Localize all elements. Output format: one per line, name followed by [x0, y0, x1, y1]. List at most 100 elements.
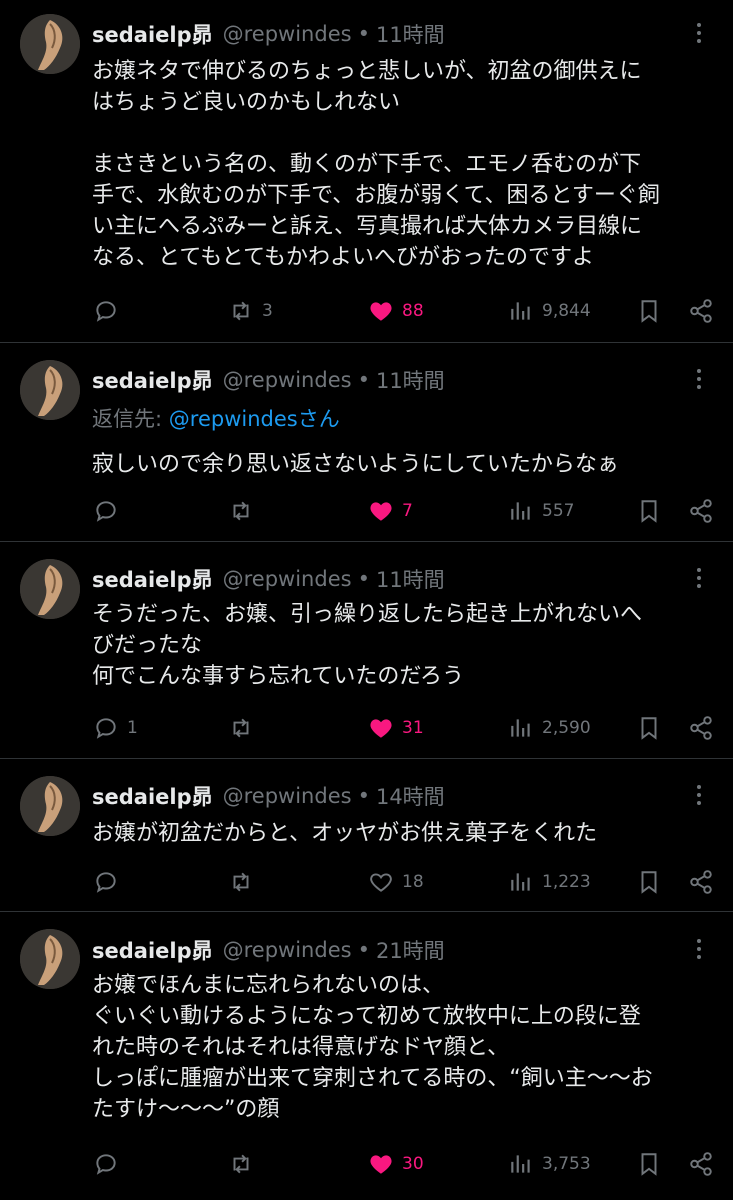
tweet[interactable]: sedaielp昴 @repwindes • 14時間 お嬢が初盆だからと、オッ… [0, 759, 733, 912]
more-options-icon[interactable] [687, 783, 711, 807]
text-line: お嬢ネタで伸びるのちょっと悲しいが、初盆の御供えに [92, 59, 642, 84]
share-button[interactable] [688, 496, 714, 526]
like-button[interactable]: 31 [368, 713, 424, 743]
bookmark-button[interactable] [636, 713, 662, 743]
views-button[interactable]: 557 [508, 496, 574, 526]
bookmark-icon [641, 717, 657, 740]
views-button[interactable]: 9,844 [508, 296, 591, 326]
views-button[interactable]: 1,223 [508, 867, 591, 897]
bookmark-icon [641, 300, 657, 323]
reply-button[interactable] [93, 867, 127, 897]
display-name[interactable]: sedaielp昴 [92, 365, 213, 395]
display-name[interactable]: sedaielp昴 [92, 564, 213, 594]
separator-dot: • [357, 567, 370, 591]
share-icon [690, 716, 712, 740]
tweet-header: sedaielp昴 @repwindes • 11時間 [92, 17, 713, 51]
views-icon [511, 873, 530, 891]
timestamp[interactable]: 14時間 [376, 781, 445, 811]
handle[interactable]: @repwindes [223, 938, 352, 962]
avatar[interactable] [20, 776, 80, 836]
heart-icon [370, 1155, 392, 1174]
avatar[interactable] [20, 360, 80, 420]
reply-button[interactable]: 1 [93, 713, 138, 743]
text-line: たすけ〜〜〜”の顔 [92, 1097, 280, 1122]
share-button[interactable] [688, 867, 714, 897]
tweet-text: お嬢ネタで伸びるのちょっと悲しいが、初盆の御供えに はちょうど良いのかもしれない… [92, 56, 712, 273]
tweet[interactable]: sedaielp昴 @repwindes • 11時間 お嬢ネタで伸びるのちょっ… [0, 0, 733, 343]
reply-button[interactable] [93, 296, 127, 326]
display-name[interactable]: sedaielp昴 [92, 19, 213, 49]
views-icon [511, 502, 530, 520]
retweet-button[interactable] [228, 713, 262, 743]
separator-dot: • [357, 938, 370, 962]
view-count: 2,590 [542, 718, 591, 738]
text-line [92, 118, 712, 149]
views-button[interactable]: 2,590 [508, 713, 591, 743]
tweet-header: sedaielp昴 @repwindes • 11時間 [92, 562, 713, 596]
retweet-button[interactable]: 3 [228, 296, 273, 326]
text-line: お嬢が初盆だからと、オッヤがお供え菓子をくれた [92, 821, 598, 846]
handle[interactable]: @repwindes [223, 22, 352, 46]
views-icon [511, 302, 530, 320]
more-options-icon[interactable] [687, 937, 711, 961]
handle[interactable]: @repwindes [223, 567, 352, 591]
retweet-icon [233, 872, 249, 892]
tweet-header: sedaielp昴 @repwindes • 14時間 [92, 779, 713, 813]
text-line: なる、とてもとてもかわよいへびがおったのですよ [92, 245, 595, 270]
reply-button[interactable] [93, 1149, 127, 1179]
share-button[interactable] [688, 1149, 714, 1179]
reply-mention-link[interactable]: @repwindesさん [169, 407, 340, 431]
share-button[interactable] [688, 296, 714, 326]
bookmark-icon [641, 1153, 657, 1176]
timestamp[interactable]: 11時間 [376, 365, 445, 395]
like-button[interactable]: 7 [368, 496, 413, 526]
more-options-icon[interactable] [687, 566, 711, 590]
bookmark-button[interactable] [636, 496, 662, 526]
bookmark-button[interactable] [636, 1149, 662, 1179]
reply-prefix: 返信先: [92, 407, 169, 431]
retweet-button[interactable] [228, 867, 262, 897]
handle[interactable]: @repwindes [223, 784, 352, 808]
tweet[interactable]: sedaielp昴 @repwindes • 11時間 そうだった、お嬢、引っ繰… [0, 542, 733, 759]
timestamp[interactable]: 11時間 [376, 19, 445, 49]
tweet[interactable]: sedaielp昴 @repwindes • 21時間 お嬢でほんまに忘れられな… [0, 912, 733, 1200]
separator-dot: • [357, 784, 370, 808]
action-bar: 7 557 [0, 496, 733, 526]
tweet[interactable]: sedaielp昴 @repwindes • 11時間 返信先: @repwin… [0, 343, 733, 542]
text-line: い主にへるぷみーと訴え、写真撮れば大体カメラ目線に [92, 214, 643, 239]
more-options-icon[interactable] [687, 367, 711, 391]
separator-dot: • [357, 368, 370, 392]
retweet-icon [233, 1154, 249, 1174]
text-line: しっぽに腫瘤が出来て穿刺されてる時の、“飼い主〜〜お [92, 1066, 653, 1091]
avatar[interactable] [20, 14, 80, 74]
retweet-icon [233, 501, 249, 521]
views-icon [511, 1155, 530, 1173]
views-button[interactable]: 3,753 [508, 1149, 591, 1179]
bookmark-button[interactable] [636, 296, 662, 326]
like-button[interactable]: 30 [368, 1149, 424, 1179]
like-button[interactable]: 88 [368, 296, 424, 326]
bookmark-button[interactable] [636, 867, 662, 897]
like-count: 31 [402, 718, 424, 738]
avatar[interactable] [20, 929, 80, 989]
heart-icon [370, 719, 392, 738]
action-bar: 30 3,753 [0, 1149, 733, 1179]
timestamp[interactable]: 21時間 [376, 935, 445, 965]
display-name[interactable]: sedaielp昴 [92, 935, 213, 965]
text-line: まさきという名の、動くのが下手で、エモノ呑むのが下 [92, 152, 642, 177]
text-line: びだったな [92, 633, 203, 658]
handle[interactable]: @repwindes [223, 368, 352, 392]
timestamp[interactable]: 11時間 [376, 564, 445, 594]
display-name[interactable]: sedaielp昴 [92, 781, 213, 811]
more-options-icon[interactable] [687, 21, 711, 45]
retweet-button[interactable] [228, 1149, 262, 1179]
share-icon [690, 499, 712, 523]
share-icon [690, 870, 712, 894]
heart-outline-icon [370, 873, 392, 892]
like-button[interactable]: 18 [368, 867, 424, 897]
reply-button[interactable] [93, 496, 127, 526]
share-button[interactable] [688, 713, 714, 743]
retweet-button[interactable] [228, 496, 262, 526]
heart-icon [370, 302, 392, 321]
avatar[interactable] [20, 559, 80, 619]
